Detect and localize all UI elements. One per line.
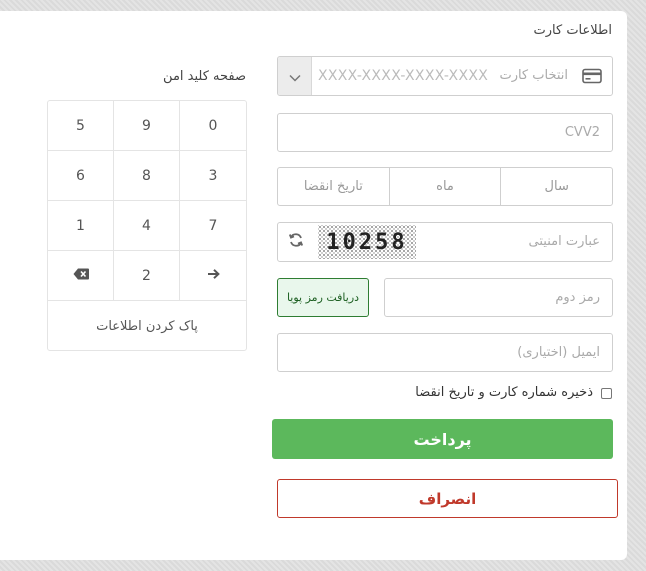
expiry-month-input[interactable]: ماه <box>388 168 501 205</box>
credit-card-icon <box>572 57 612 95</box>
captcha-input[interactable]: عبارت امنیتی <box>529 223 600 261</box>
card-info-title: اطلاعات کارت <box>533 23 612 38</box>
captcha-refresh-button[interactable] <box>278 223 314 261</box>
keypad-key[interactable]: 4 <box>114 201 180 251</box>
keypad-backspace-button[interactable] <box>48 251 114 301</box>
captcha-row: عبارت امنیتی 10258 <box>277 222 613 262</box>
card-number-input[interactable]: XXXX-XXXX-XXXX-XXXX <box>318 57 488 95</box>
email-input[interactable]: ایمیل (اختیاری) <box>277 333 613 372</box>
backspace-icon <box>73 268 89 284</box>
keypad-key[interactable]: 9 <box>114 101 180 151</box>
card-number-row: انتخاب کارت XXXX-XXXX-XXXX-XXXX <box>277 56 613 96</box>
expiry-year-input[interactable]: سال <box>500 168 612 205</box>
card-select-label: انتخاب کارت <box>499 68 568 83</box>
save-card-checkbox[interactable] <box>601 388 612 399</box>
cancel-button[interactable]: انصراف <box>277 479 618 518</box>
keypad-key[interactable]: 3 <box>180 151 246 201</box>
keypad-clear-button[interactable]: پاک کردن اطلاعات <box>48 301 246 351</box>
keypad-title: صفحه کلید امن <box>163 69 246 84</box>
captcha-code: 10258 <box>326 229 408 255</box>
keypad-key[interactable]: 1 <box>48 201 114 251</box>
second-password-input[interactable]: رمز دوم <box>384 278 613 317</box>
keypad-next-button[interactable] <box>180 251 246 301</box>
captcha-image: 10258 <box>318 225 416 259</box>
expiry-row: تاریخ انقضا ماه سال <box>277 167 613 206</box>
refresh-icon <box>288 232 304 252</box>
get-otp-button[interactable]: دریافت رمز پویا <box>277 278 369 317</box>
keypad-key[interactable]: 2 <box>114 251 180 301</box>
keypad-key[interactable]: 0 <box>180 101 246 151</box>
keypad-key[interactable]: 5 <box>48 101 114 151</box>
keypad-key[interactable]: 7 <box>180 201 246 251</box>
chevron-down-icon <box>288 67 301 86</box>
keypad-key[interactable]: 6 <box>48 151 114 201</box>
secure-keypad: 5 9 0 6 8 3 1 4 7 2 پاک کردن اطلاعات <box>47 100 247 351</box>
pay-button[interactable]: پرداخت <box>272 419 613 459</box>
arrow-right-icon <box>207 268 220 284</box>
card-dropdown-button[interactable] <box>278 57 312 95</box>
keypad-key[interactable]: 8 <box>114 151 180 201</box>
cvv2-input[interactable]: CVV2 <box>277 113 613 152</box>
save-card-label: ذخیره شماره کارت و تاریخ انقضا <box>415 385 593 400</box>
expiry-label: تاریخ انقضا <box>303 179 363 194</box>
